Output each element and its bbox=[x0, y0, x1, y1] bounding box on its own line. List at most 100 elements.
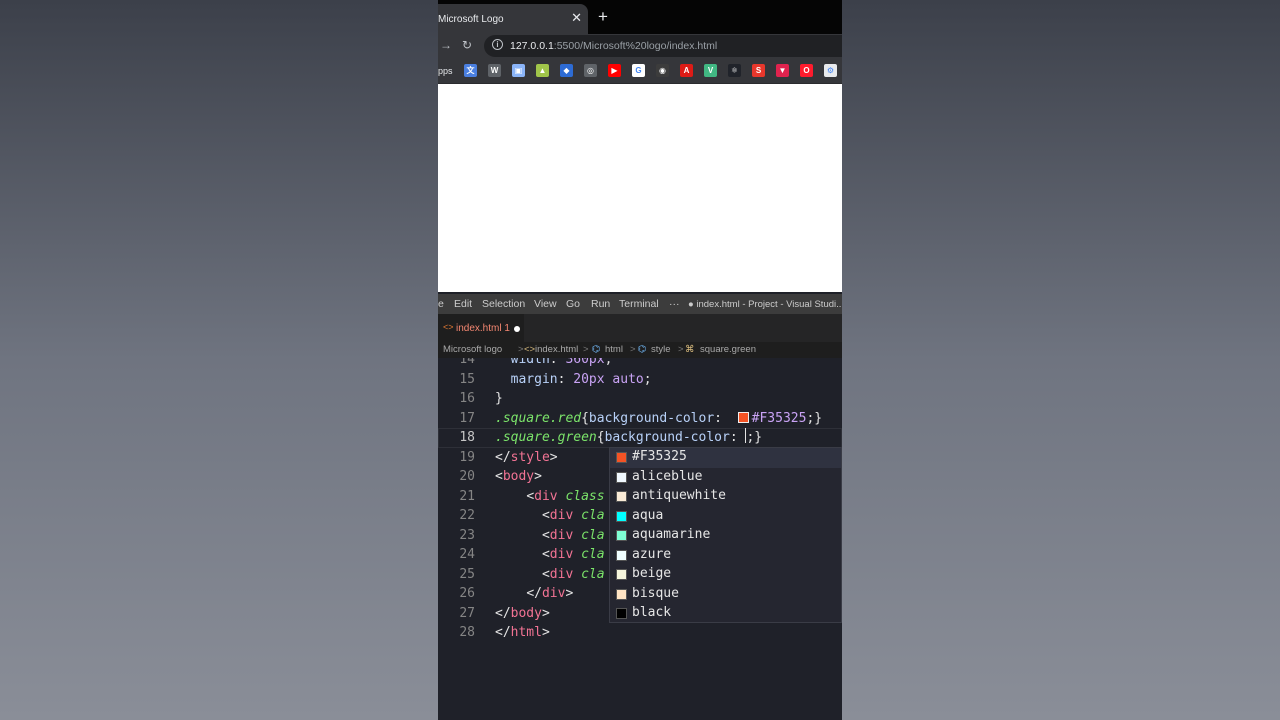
apps-label[interactable]: pps bbox=[438, 66, 453, 76]
breadcrumb-selector[interactable]: square.green bbox=[700, 344, 756, 355]
menu-file[interactable]: e bbox=[438, 298, 444, 310]
info-icon[interactable]: i bbox=[492, 39, 503, 50]
address-bar[interactable]: i 127.0.0.1:5500/Microsoft%20logo/index.… bbox=[484, 35, 842, 57]
color-swatch-icon bbox=[616, 452, 627, 463]
suggestion-item[interactable]: antiquewhite bbox=[610, 487, 841, 507]
window-title: ● index.html - Project - Visual Studi... bbox=[688, 299, 842, 310]
url-host: 127.0.0.1 bbox=[510, 40, 554, 52]
editor-tab-name: index.html bbox=[456, 323, 502, 334]
bookmark-angular-icon[interactable]: A bbox=[680, 64, 693, 77]
bookmark-translate-icon[interactable]: 文 bbox=[464, 64, 477, 77]
line-number: 21 bbox=[459, 488, 475, 504]
code-line[interactable]: 15 margin: 20px auto; bbox=[438, 370, 842, 390]
code-editor[interactable]: 14 width: 360px; 15 margin: 20px auto; 16}… bbox=[438, 358, 842, 720]
forward-icon[interactable]: → bbox=[440, 38, 452, 52]
code-line[interactable]: 28 </html> bbox=[438, 623, 842, 643]
menu-go[interactable]: Go bbox=[566, 298, 580, 310]
bookmark-wd-icon[interactable]: W bbox=[488, 64, 501, 77]
color-swatch-icon bbox=[616, 471, 627, 483]
bookmark-google-icon[interactable]: G bbox=[632, 64, 645, 77]
breadcrumb-file[interactable]: index.html bbox=[535, 344, 578, 355]
suggestion-label: aquamarine bbox=[632, 527, 711, 542]
line-number: 18 bbox=[459, 430, 475, 445]
suggestion-widget: #F35325 aliceblue antiquewhite aqua aquamari… bbox=[609, 447, 842, 623]
color-swatch-icon bbox=[616, 569, 627, 580]
suggestion-label: aliceblue bbox=[632, 468, 703, 484]
suggestion-label: bisque bbox=[632, 585, 679, 601]
chevron-right-icon: > bbox=[583, 344, 589, 355]
suggestion-item[interactable]: aliceblue bbox=[610, 468, 841, 488]
line-code: </body> bbox=[495, 605, 550, 621]
menu-terminal[interactable]: Terminal bbox=[619, 298, 659, 310]
suggestion-item[interactable]: aquamarine bbox=[610, 526, 841, 546]
bookmark-nestjs-icon[interactable]: ▼ bbox=[776, 64, 789, 77]
bookmark-opera-icon[interactable]: O bbox=[800, 64, 813, 77]
line-number: 14 bbox=[459, 358, 475, 367]
suggestion-item[interactable]: aqua bbox=[610, 507, 841, 527]
line-code: </style> bbox=[495, 449, 558, 465]
browser-tab-bar: Microsoft Logo ✕ + bbox=[438, 0, 842, 34]
bookmark-image-icon[interactable]: ▣ bbox=[512, 64, 525, 77]
suggestion-item[interactable]: black bbox=[610, 604, 841, 624]
suggestion-item[interactable]: beige bbox=[610, 565, 841, 585]
line-code: margin: 20px auto; bbox=[510, 371, 652, 387]
unsaved-dot-icon[interactable] bbox=[514, 326, 520, 332]
element-icon: ⌬ bbox=[592, 344, 601, 355]
menu-run[interactable]: Run bbox=[591, 298, 610, 310]
line-number: 16 bbox=[459, 391, 475, 406]
editor-tab-index-html[interactable]: <> index.html 1 bbox=[438, 314, 524, 342]
line-code: .square.green{background-color: ;} bbox=[495, 428, 763, 445]
line-number: 25 bbox=[459, 566, 475, 582]
line-number: 22 bbox=[459, 508, 475, 523]
code-line[interactable]: 14 width: 360px; bbox=[438, 358, 842, 370]
bookmark-code-icon[interactable]: ◆ bbox=[560, 64, 573, 77]
suggestion-item[interactable]: bisque bbox=[610, 585, 841, 605]
menu-more[interactable]: ··· bbox=[669, 298, 680, 310]
bookmark-camera-icon[interactable]: ◉ bbox=[656, 64, 669, 77]
line-number: 23 bbox=[459, 527, 475, 543]
webpage-viewport bbox=[438, 84, 842, 292]
bookmark-settings-icon[interactable]: ⚙ bbox=[824, 64, 837, 77]
browser-tab-title: Microsoft Logo bbox=[438, 14, 504, 25]
code-line[interactable]: 16} bbox=[438, 389, 842, 409]
line-code: </div> bbox=[526, 586, 574, 601]
line-code: <div class bbox=[526, 488, 605, 504]
suggestion-item[interactable]: #F35325 bbox=[610, 448, 841, 468]
problem-count-badge: 1 bbox=[504, 323, 510, 334]
bookmarks-bar: pps 文 W ▣ ▲ ◆ ◎ ▶ G ◉ A V ⚛ S ▼ O ⚙ bbox=[438, 58, 842, 84]
line-number: 19 bbox=[459, 449, 475, 465]
address-url: 127.0.0.1:5500/Microsoft%20logo/index.ht… bbox=[510, 40, 717, 52]
screen-recording-frame: Microsoft Logo ✕ + → ↻ i 127.0.0.1:5500/… bbox=[438, 0, 842, 720]
menu-selection[interactable]: Selection bbox=[482, 298, 525, 310]
bookmark-youtube-icon[interactable]: ▶ bbox=[608, 64, 621, 77]
line-code: } bbox=[495, 391, 503, 406]
breadcrumb-style[interactable]: style bbox=[651, 344, 671, 355]
url-path: :5500/Microsoft%20logo/index.html bbox=[553, 40, 718, 52]
menu-view[interactable]: View bbox=[534, 298, 557, 310]
chevron-right-icon: > bbox=[678, 344, 684, 355]
close-icon[interactable]: ✕ bbox=[571, 11, 582, 25]
breadcrumb: Microsoft logo > <> index.html > ⌬ html … bbox=[438, 342, 842, 358]
bookmark-globe-icon[interactable]: ◎ bbox=[584, 64, 597, 77]
breadcrumb-html[interactable]: html bbox=[605, 344, 623, 355]
bookmark-vue-icon[interactable]: V bbox=[704, 64, 717, 77]
html-file-icon: <> bbox=[443, 322, 454, 332]
suggestion-item[interactable]: azure bbox=[610, 546, 841, 566]
browser-toolbar: → ↻ i 127.0.0.1:5500/Microsoft%20logo/in… bbox=[438, 34, 842, 58]
code-line[interactable]: 17 .square.red{background-color: #F35325;… bbox=[438, 409, 842, 429]
new-tab-button[interactable]: + bbox=[598, 8, 608, 26]
browser-tab[interactable]: Microsoft Logo ✕ bbox=[438, 4, 588, 34]
bookmark-react-icon[interactable]: ⚛ bbox=[728, 64, 741, 77]
bookmark-scribd-icon[interactable]: S bbox=[752, 64, 765, 77]
color-swatch-icon bbox=[616, 608, 627, 619]
line-number: 24 bbox=[459, 547, 475, 562]
suggestion-label: beige bbox=[632, 566, 672, 581]
reload-icon[interactable]: ↻ bbox=[462, 38, 472, 52]
bookmark-drive-icon[interactable]: ▲ bbox=[536, 64, 549, 77]
breadcrumb-folder[interactable]: Microsoft logo bbox=[443, 344, 502, 355]
element-icon: ⌬ bbox=[638, 344, 647, 355]
line-number: 26 bbox=[459, 586, 475, 601]
line-number: 20 bbox=[459, 469, 475, 484]
code-line[interactable]: 18 .square.green{background-color: ;} bbox=[438, 428, 842, 448]
menu-edit[interactable]: Edit bbox=[454, 298, 472, 310]
